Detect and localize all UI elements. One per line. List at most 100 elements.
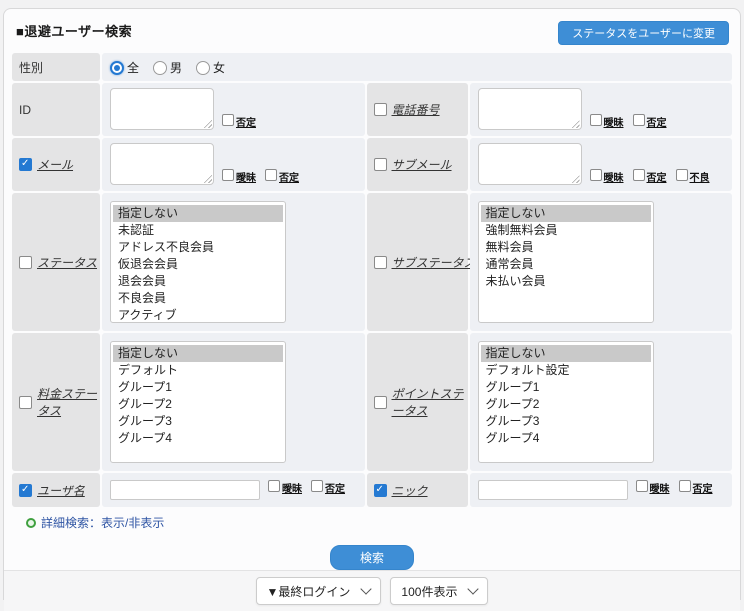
select-option[interactable]: グループ2 <box>113 396 283 413</box>
phone-fuzzy-label[interactable]: 曖昧 <box>604 114 624 129</box>
id-negate-checkbox[interactable] <box>222 114 234 126</box>
point-status-label-link[interactable]: ポイントステータス <box>392 385 465 419</box>
submail-negate-label[interactable]: 否定 <box>647 169 667 184</box>
gender-option-female[interactable]: 女 <box>196 59 225 76</box>
search-button[interactable]: 検索 <box>330 545 414 570</box>
submail-negate-flag[interactable]: 否定 <box>633 169 667 184</box>
submail-label-link[interactable]: サブメール <box>392 156 452 173</box>
phone-fuzzy-flag[interactable]: 曖昧 <box>590 114 624 129</box>
fee-status-label-link[interactable]: 料金ステータス <box>37 385 97 419</box>
select-option[interactable]: 強制無料会員 <box>481 222 651 239</box>
select-option[interactable]: 指定しない <box>481 205 651 222</box>
mail-fuzzy-checkbox[interactable] <box>222 169 234 181</box>
mail-textarea[interactable] <box>110 143 214 185</box>
username-fuzzy-checkbox[interactable] <box>268 480 280 492</box>
gender-option-all[interactable]: 全 <box>110 59 139 76</box>
submail-fuzzy-checkbox[interactable] <box>590 169 602 181</box>
mail-negate-label[interactable]: 否定 <box>279 169 299 184</box>
phone-checkbox[interactable] <box>374 103 387 116</box>
substatus-label-link[interactable]: サブステータス <box>392 254 476 271</box>
point-status-listbox[interactable]: 指定しないデフォルト設定グループ1グループ2グループ3グループ4 <box>478 341 654 463</box>
mail-label-link[interactable]: メール <box>37 156 73 173</box>
select-option[interactable]: 指定しない <box>113 205 283 222</box>
nick-negate-label[interactable]: 否定 <box>693 480 713 495</box>
id-negate-flag[interactable]: 否定 <box>222 114 256 129</box>
id-negate-label[interactable]: 否定 <box>236 114 256 129</box>
select-option[interactable]: デフォルト設定 <box>481 362 651 379</box>
select-option[interactable]: グループ4 <box>113 430 283 447</box>
substatus-checkbox[interactable] <box>374 256 387 269</box>
select-option[interactable]: 未認証 <box>113 222 283 239</box>
page-size-select[interactable]: 100件表示 <box>390 577 488 605</box>
select-option[interactable]: グループ4 <box>481 430 651 447</box>
nick-fuzzy-label[interactable]: 曖昧 <box>650 480 670 495</box>
radio-all-icon[interactable] <box>110 61 124 75</box>
select-option[interactable]: グループ3 <box>113 413 283 430</box>
status-listbox[interactable]: 指定しない未認証アドレス不良会員仮退会会員退会会員不良会員アクティブ払い済 <box>110 201 286 323</box>
username-fuzzy-label[interactable]: 曖昧 <box>282 480 302 495</box>
username-negate-flag[interactable]: 否定 <box>311 480 345 495</box>
select-option[interactable]: デフォルト <box>113 362 283 379</box>
select-option[interactable]: グループ1 <box>113 379 283 396</box>
select-option[interactable]: 通常会員 <box>481 256 651 273</box>
select-option[interactable]: 未払い会員 <box>481 273 651 290</box>
username-label-link[interactable]: ユーザ名 <box>37 482 85 499</box>
fee-status-checkbox[interactable] <box>19 396 32 409</box>
detail-search-toggle[interactable]: 詳細検索：表示/非表示 <box>26 514 732 531</box>
select-option[interactable]: 指定しない <box>481 345 651 362</box>
nick-fuzzy-flag[interactable]: 曖昧 <box>636 480 670 495</box>
nick-negate-checkbox[interactable] <box>679 480 691 492</box>
mail-negate-checkbox[interactable] <box>265 169 277 181</box>
mail-fuzzy-label[interactable]: 曖昧 <box>236 169 256 184</box>
phone-label-link[interactable]: 電話番号 <box>392 101 440 118</box>
id-textarea[interactable] <box>110 88 214 130</box>
nick-checkbox[interactable] <box>374 484 387 497</box>
select-option[interactable]: アドレス不良会員 <box>113 239 283 256</box>
select-option[interactable]: 仮退会会員 <box>113 256 283 273</box>
select-option[interactable]: 退会会員 <box>113 273 283 290</box>
select-option[interactable]: グループ1 <box>481 379 651 396</box>
phone-fuzzy-checkbox[interactable] <box>590 114 602 126</box>
submail-bad-flag[interactable]: 不良 <box>676 169 710 184</box>
phone-negate-flag[interactable]: 否定 <box>633 114 667 129</box>
submail-negate-checkbox[interactable] <box>633 169 645 181</box>
submail-textarea[interactable] <box>478 143 582 185</box>
substatus-listbox[interactable]: 指定しない強制無料会員無料会員通常会員未払い会員 <box>478 201 654 323</box>
phone-negate-label[interactable]: 否定 <box>647 114 667 129</box>
radio-female-icon[interactable] <box>196 61 210 75</box>
username-negate-checkbox[interactable] <box>311 480 323 492</box>
nick-fuzzy-checkbox[interactable] <box>636 480 648 492</box>
username-fuzzy-flag[interactable]: 曖昧 <box>268 480 302 495</box>
mail-checkbox[interactable] <box>19 158 32 171</box>
status-label-link[interactable]: ステータス <box>37 254 97 271</box>
username-checkbox[interactable] <box>19 484 32 497</box>
submail-checkbox[interactable] <box>374 158 387 171</box>
sort-select[interactable]: ▼最終ログイン <box>256 577 382 605</box>
radio-male-icon[interactable] <box>153 61 167 75</box>
change-status-button[interactable]: ステータスをユーザーに変更 <box>558 21 729 45</box>
select-option[interactable]: アクティブ <box>113 307 283 323</box>
select-option[interactable]: 無料会員 <box>481 239 651 256</box>
gender-option-male[interactable]: 男 <box>153 59 182 76</box>
mail-fuzzy-flag[interactable]: 曖昧 <box>222 169 256 184</box>
phone-textarea[interactable] <box>478 88 582 130</box>
select-option[interactable]: 指定しない <box>113 345 283 362</box>
submail-fuzzy-flag[interactable]: 曖昧 <box>590 169 624 184</box>
detail-search-link[interactable]: 詳細検索：表示/非表示 <box>41 514 164 531</box>
phone-negate-checkbox[interactable] <box>633 114 645 126</box>
submail-fuzzy-label[interactable]: 曖昧 <box>604 169 624 184</box>
mail-negate-flag[interactable]: 否定 <box>265 169 299 184</box>
nick-negate-flag[interactable]: 否定 <box>679 480 713 495</box>
fee-status-listbox[interactable]: 指定しないデフォルトグループ1グループ2グループ3グループ4 <box>110 341 286 463</box>
select-option[interactable]: 不良会員 <box>113 290 283 307</box>
select-option[interactable]: グループ2 <box>481 396 651 413</box>
username-negate-label[interactable]: 否定 <box>325 480 345 495</box>
point-status-checkbox[interactable] <box>374 396 387 409</box>
nick-input[interactable] <box>478 480 628 500</box>
username-input[interactable] <box>110 480 260 500</box>
submail-bad-label[interactable]: 不良 <box>690 169 710 184</box>
status-checkbox[interactable] <box>19 256 32 269</box>
select-option[interactable]: グループ3 <box>481 413 651 430</box>
submail-bad-checkbox[interactable] <box>676 169 688 181</box>
nick-label-link[interactable]: ニック <box>392 482 428 499</box>
